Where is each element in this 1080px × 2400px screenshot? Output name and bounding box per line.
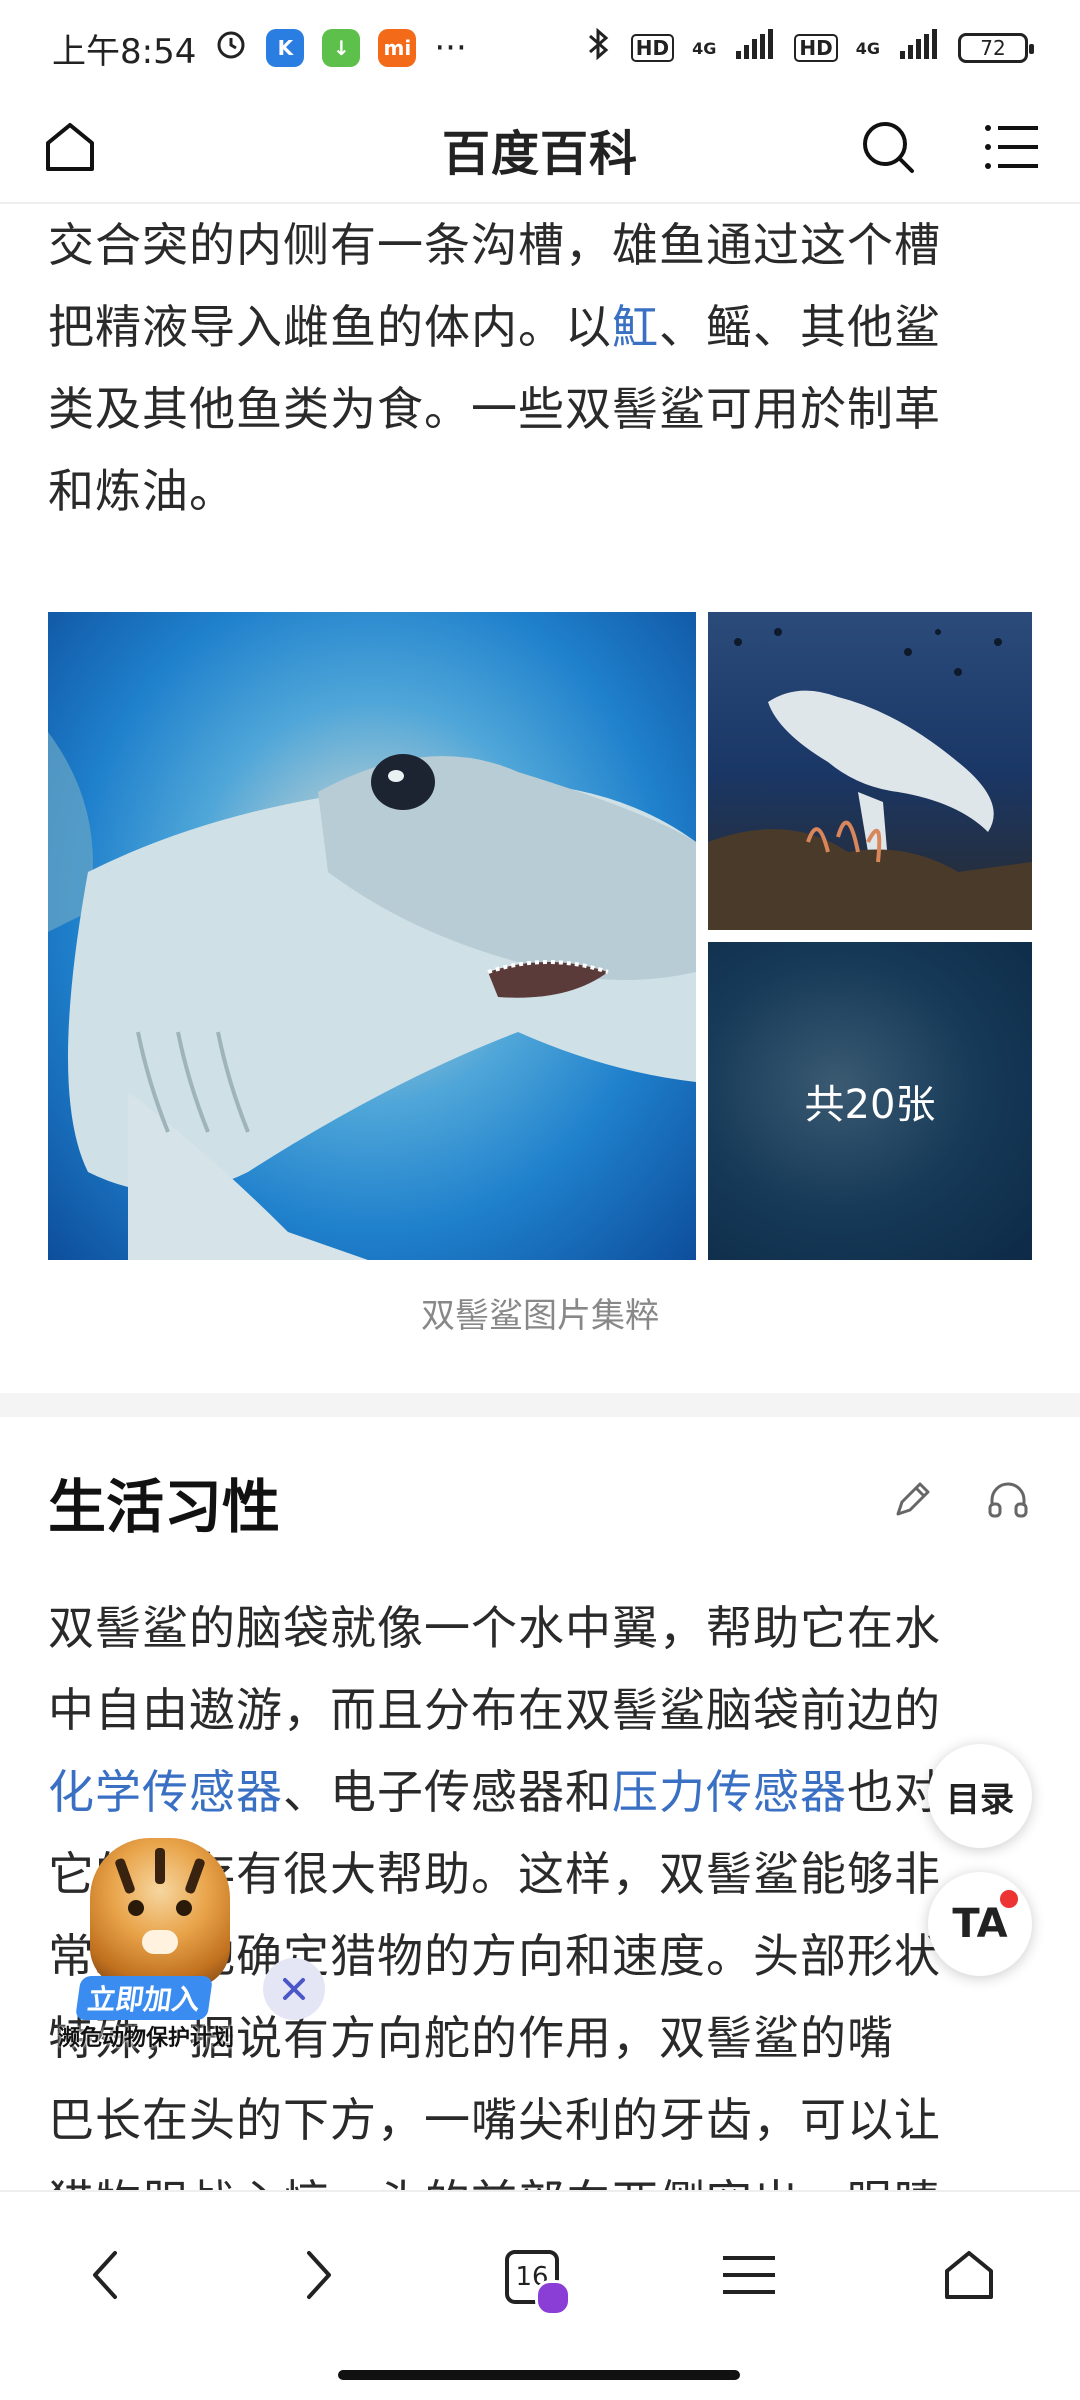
habits-line-1: 双髻鲨的脑袋就像一个水中翼，帮助它在水 [48,1601,941,1655]
incognito-badge-icon [535,2280,571,2316]
network-gen-1: 4G [692,38,717,58]
bottom-nav-row: 16 [0,2212,1080,2342]
signal-icon-1 [734,28,776,68]
section-title: 生活习性 [48,1473,281,1541]
intro-paragraph: 交合突的内侧有一条沟槽，雄鱼通过这个槽 把精液导入雌鱼的体内。以魟、鳐、其他鲨 … [0,204,1080,532]
gallery-count-label: 共20张 [804,1082,936,1128]
header-actions [858,117,1040,181]
gallery-caption: 双髻鲨图片集粹 [421,1296,659,1336]
battery-icon: 72 [958,33,1034,63]
headphones-icon[interactable] [984,1476,1032,1528]
mi-app-icon: mi [378,29,417,67]
home-icon[interactable] [40,117,100,181]
home-indicator[interactable] [338,2370,740,2380]
intro-line-1: 交合突的内侧有一条沟槽，雄鱼通过这个槽 [48,218,941,272]
promo-subtitle: 濒危动物保护计划 [58,2026,235,2051]
toc-button[interactable]: 目录 [928,1744,1032,1848]
browser-home-icon[interactable] [939,2245,999,2309]
notification-dot [1000,1890,1018,1908]
intro-line-2b: 、鳐、其他鲨 [659,300,941,354]
status-bar: 上午8:54 K ↓ mi ··· HD 4G HD 4G 72 [0,0,1080,96]
habits-line-3-mid: 、电子传感器和 [283,1765,612,1819]
browser-menu-icon[interactable] [721,2250,777,2304]
gallery-main-image[interactable] [48,612,696,1260]
habits-line-3-end: 也对 [847,1765,941,1819]
promo-join-label: 立即加入 [74,1976,214,2020]
bottom-nav-bar: 16 [0,2190,1080,2400]
promo-widget[interactable]: 立即加入 濒危动物保护计划 [48,1838,325,2051]
app-k-icon: K [266,29,305,67]
tiger-mascot-icon [90,1838,230,1988]
more-notifications-icon: ··· [434,28,467,68]
tabs-button[interactable]: 16 [505,2250,571,2316]
hd-badge-2: HD [794,34,838,62]
forward-icon[interactable] [293,2245,343,2309]
menu-icon[interactable] [984,122,1040,176]
close-icon [283,1978,305,2000]
section-header: 生活习性 [0,1417,1080,1587]
hd-badge-1: HD [630,34,675,62]
status-right: HD 4G HD 4G 72 [583,26,1034,71]
intro-line-3: 类及其他鱼类为食。一些双髻鲨可用於制革 [48,382,941,436]
intro-line-2a: 把精液导入雌鱼的体内。以 [48,300,612,354]
intro-line-4: 和炼油。 [48,464,236,518]
link-hong[interactable]: 魟 [612,300,659,354]
link-pressure-sensor[interactable]: 压力传感器 [612,1765,847,1819]
edit-icon[interactable] [888,1476,936,1528]
battery-level: 72 [980,36,1006,60]
toc-label: 目录 [946,1779,1014,1820]
app-header: 百度百科 [0,96,1080,204]
ta-button[interactable]: TA [928,1872,1032,1976]
search-icon[interactable] [858,117,918,181]
back-icon[interactable] [81,2245,131,2309]
gallery-thumb-1[interactable] [708,612,1032,930]
link-chemical-sensor[interactable]: 化学传感器 [48,1765,283,1819]
status-left: 上午8:54 K ↓ mi ··· [52,24,467,73]
network-gen-2: 4G [855,38,880,58]
section-divider [0,1393,1080,1417]
image-gallery: 共20张 [48,612,1032,1260]
alarm-icon [214,27,248,70]
promo-close-button[interactable] [263,1958,325,2020]
download-app-icon: ↓ [322,29,361,67]
habits-line-7: 巴长在头的下方，一嘴尖利的牙齿，可以让 [48,2093,941,2147]
gallery-more[interactable]: 共20张 [708,942,1032,1260]
ta-label: TA [952,1901,1008,1947]
habits-line-2: 中自由遨游，而且分布在双髻鲨脑袋前边的 [48,1683,941,1737]
signal-icon-2 [898,28,940,68]
bluetooth-icon [583,26,613,71]
status-time: 上午8:54 [52,31,197,72]
section-actions [888,1476,1032,1528]
